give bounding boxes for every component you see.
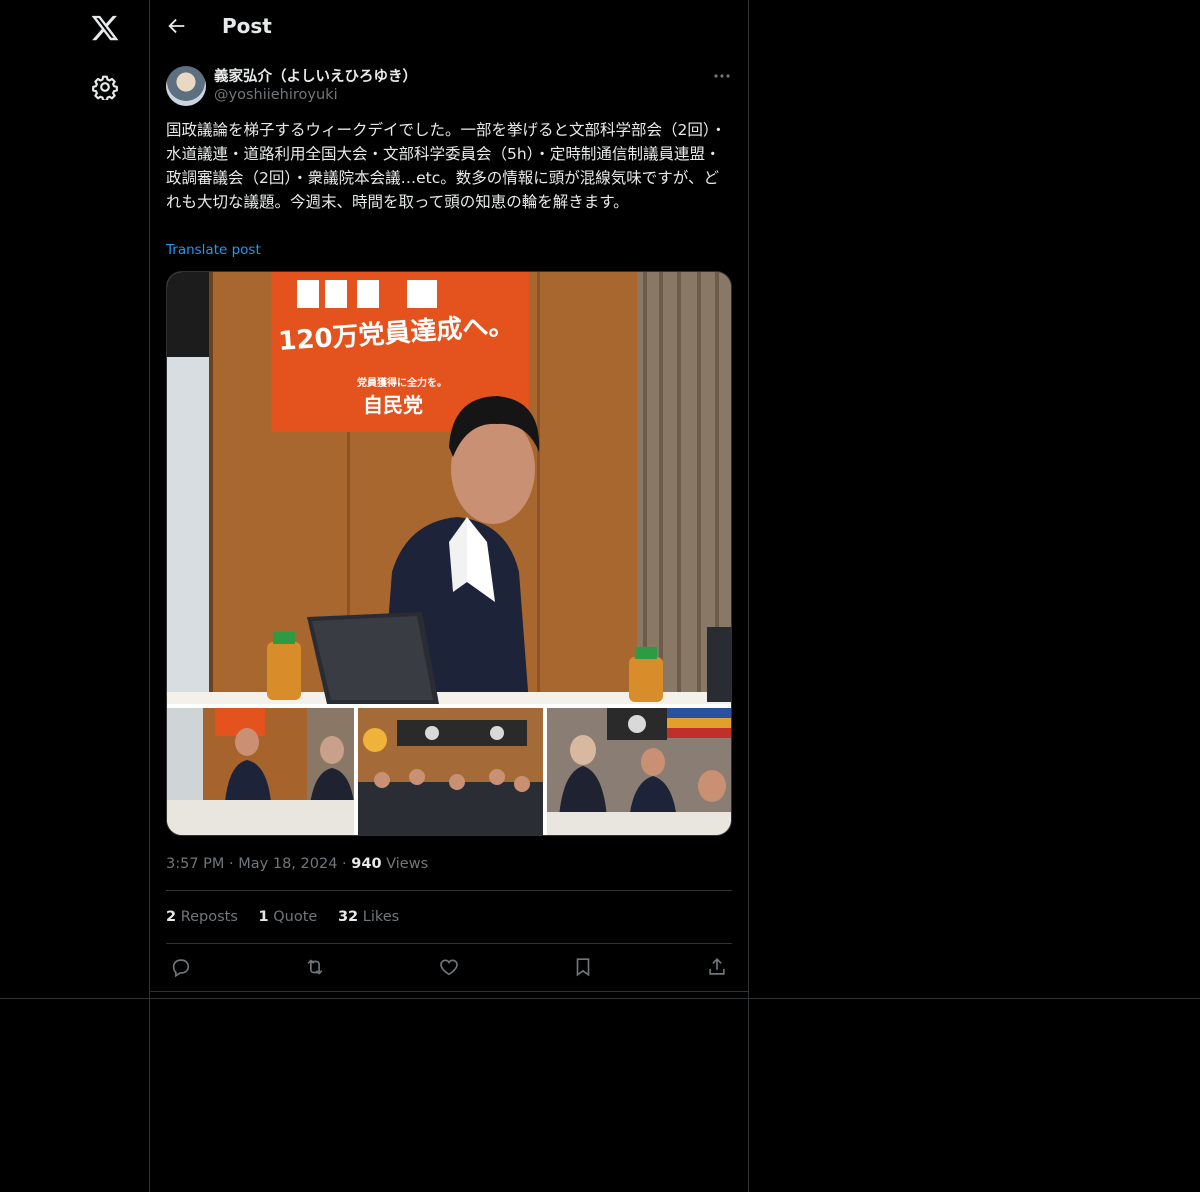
post-bottom-divider xyxy=(150,991,748,992)
arrow-left-icon[interactable] xyxy=(166,15,188,37)
author-name[interactable]: 義家弘介（よしいえひろゆき） xyxy=(214,65,417,86)
divider xyxy=(166,943,732,944)
action-bar xyxy=(166,956,732,978)
reposts-count: 2 xyxy=(166,909,177,925)
reply-icon[interactable] xyxy=(170,956,192,978)
post-image[interactable]: 120万党員達成へ。 党員獲得に全力を。 自民党 xyxy=(166,271,732,836)
x-logo-icon[interactable] xyxy=(90,13,120,43)
post-date[interactable]: May 18, 2024 xyxy=(238,856,337,872)
post-header: Post xyxy=(150,0,748,54)
quotes-count: 1 xyxy=(258,909,269,925)
divider xyxy=(166,890,732,891)
translate-post-link[interactable]: Translate post xyxy=(166,242,261,258)
like-icon[interactable] xyxy=(438,956,460,978)
reposts-label: Reposts xyxy=(180,909,238,925)
avatar[interactable] xyxy=(166,66,206,106)
banner-party-text: 自民党 xyxy=(363,393,423,417)
gear-icon[interactable] xyxy=(92,74,118,100)
column-divider xyxy=(748,0,749,1192)
page-title: Post xyxy=(222,14,272,38)
meta-separator: · xyxy=(342,856,347,872)
views-count: 940 xyxy=(351,856,382,872)
author-handle[interactable]: @yoshiiehiroyuki xyxy=(214,87,338,103)
post-time[interactable]: 3:57 PM xyxy=(166,856,224,872)
post-metadata: 3:57 PM · May 18, 2024 · 940 Views xyxy=(166,856,428,872)
rail-divider xyxy=(149,0,150,1192)
quotes-stat[interactable]: 1 Quote xyxy=(259,909,318,925)
repost-icon[interactable] xyxy=(304,956,326,978)
more-options-icon[interactable] xyxy=(712,66,732,86)
views-label: Views xyxy=(386,856,429,872)
page-divider xyxy=(0,998,1200,999)
quotes-label: Quote xyxy=(273,909,318,925)
reposts-stat[interactable]: 2 Reposts xyxy=(166,909,238,925)
likes-stat[interactable]: 32 Likes xyxy=(338,909,399,925)
likes-label: Likes xyxy=(362,909,400,925)
meta-separator: · xyxy=(229,856,234,872)
bookmark-icon[interactable] xyxy=(572,956,594,978)
share-icon[interactable] xyxy=(706,956,728,978)
banner-sub-text: 党員獲得に全力を。 xyxy=(357,376,447,389)
post-text: 国政議論を梯子するウィークデイでした。一部を挙げると文部科学部会（2回）・水道議… xyxy=(166,121,727,211)
left-navigation xyxy=(0,0,149,1192)
engagement-stats: 2 Reposts 1 Quote 32 Likes xyxy=(166,909,415,925)
likes-count: 32 xyxy=(337,909,359,925)
post-image-graphic: 120万党員達成へ。 党員獲得に全力を。 自民党 xyxy=(167,272,731,835)
